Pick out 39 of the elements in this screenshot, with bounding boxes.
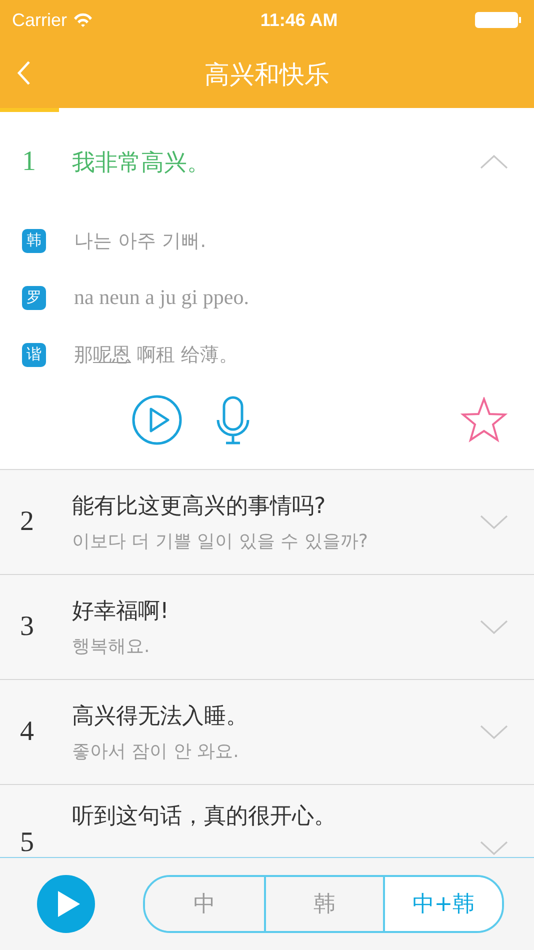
wifi-icon [73,12,94,28]
language-tag: 谐 [22,342,46,366]
translation-text: 나는 아주 기뻐. [74,228,206,254]
translation-text: 좋아서 잠이 안 와요. [72,740,240,763]
status-time: 11:46 AM [260,10,338,30]
sentence-row[interactable]: 2 能有比这更高兴的事情吗? 이보다 더 기쁠 일이 있을 수 있을까? [0,470,534,575]
translation-text: 행복해요. [72,635,151,658]
sentence-number: 4 [20,716,35,748]
sentence-row[interactable]: 3 好幸福啊! 행복해요. [0,575,534,680]
star-icon[interactable] [460,397,508,443]
page-title: 高兴和快乐 [204,58,330,90]
sentence-number: 5 [20,827,35,857]
language-tag: 罗 [22,286,46,310]
carrier-label: Carrier [12,10,68,30]
language-tag: 韩 [22,228,46,252]
sentence-number: 3 [20,611,35,643]
microphone-icon[interactable] [216,396,250,444]
translation-text: 那呢恩 啊租 给薄。 [74,342,238,368]
collapse-chevron-icon[interactable] [480,155,508,169]
romanization-text: na neun a ju gi ppeo. [74,285,249,310]
back-button[interactable] [16,60,32,86]
sentence-row[interactable]: 4 高兴得无法入睡。 좋아서 잠이 안 와요. [0,680,534,785]
back-chevron-icon [16,60,32,86]
sentence-text: 能有比这更高兴的事情吗? [72,493,327,521]
expand-chevron-icon[interactable] [480,725,508,739]
sentence-text: 我非常高兴。 [72,148,211,178]
sentence-text: 听到这句话，真的很开心。 [72,803,337,831]
play-all-icon[interactable] [37,875,95,933]
sentence-text: 高兴得无法入睡。 [72,703,249,731]
expand-chevron-icon[interactable] [480,841,508,855]
translation-text: 이보다 더 기쁠 일이 있을 수 있을까? [72,530,369,553]
sentence-text: 好幸福啊! [72,598,170,626]
sentence-number: 1 [22,146,37,178]
sentence-number: 2 [20,506,35,538]
expand-chevron-icon[interactable] [480,620,508,634]
expand-chevron-icon[interactable] [480,515,508,529]
sentence-row[interactable]: 5 听到这句话，真的很开心。 [0,785,534,857]
play-icon[interactable] [132,395,182,445]
battery-icon [474,12,522,28]
